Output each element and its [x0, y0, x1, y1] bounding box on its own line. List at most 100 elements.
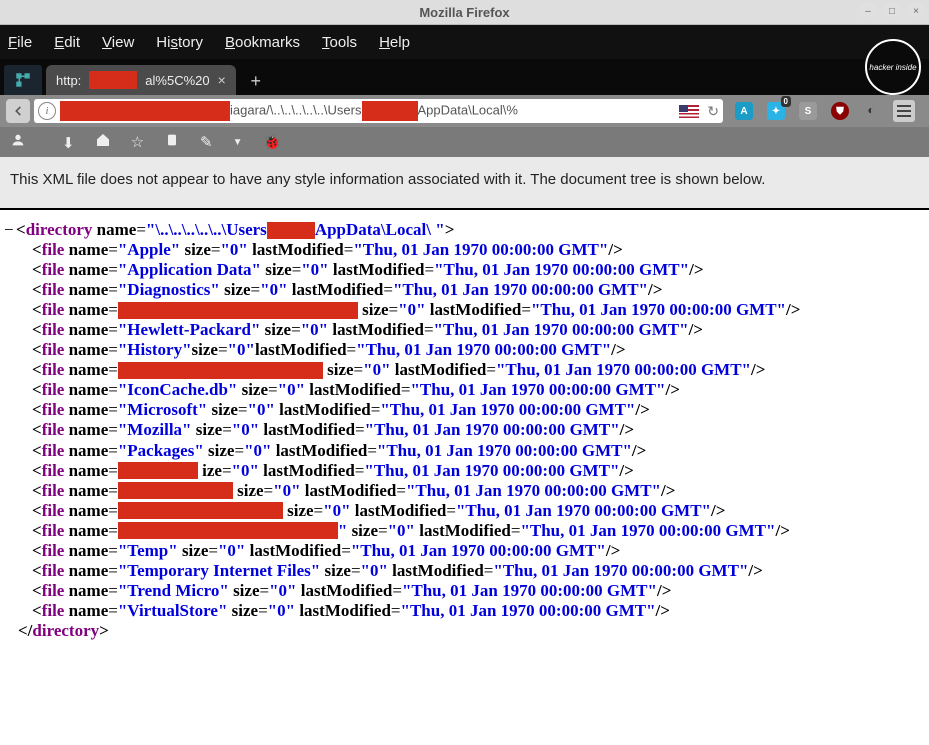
xml-attr: name — [64, 380, 108, 399]
xml-attr: name — [64, 260, 108, 279]
redaction — [118, 362, 323, 379]
xml-value: "0" — [244, 441, 271, 460]
xml-tag: file — [42, 360, 65, 379]
home-icon[interactable] — [95, 132, 111, 152]
xml-file-entry: <file name="Temp" size="0" lastModified=… — [4, 541, 925, 561]
menu-edit[interactable]: Edit — [54, 34, 80, 51]
xml-tag: file — [42, 581, 65, 600]
profile-icon[interactable] — [10, 132, 26, 152]
xml-attr: size — [204, 441, 235, 460]
window-titlebar: Mozilla Firefox – □ × — [0, 0, 929, 25]
xml-file-entry: <file name= size="0" lastModified="Thu, … — [4, 300, 925, 320]
redaction — [118, 302, 358, 319]
url-toolbar: i iagara/\..\..\..\..\..\UsersAppData\Lo… — [0, 95, 929, 127]
xml-attr: size — [178, 541, 209, 560]
xml-value: "0" — [232, 420, 259, 439]
flag-icon[interactable] — [679, 105, 699, 118]
xml-attr: lastModified — [248, 240, 344, 259]
xml-tag: file — [42, 521, 65, 540]
bug-icon[interactable]: 🐞 — [263, 133, 282, 151]
xml-attr: size — [220, 280, 251, 299]
redaction — [89, 71, 137, 89]
xml-value: "0" — [260, 280, 287, 299]
tab-label-suffix: al%5C%20 — [145, 73, 209, 88]
refresh-button[interactable]: ↻ — [707, 103, 719, 120]
menu-tools[interactable]: Tools — [322, 34, 357, 51]
url-text: iagara/\..\..\..\..\..\UsersAppData\Loca… — [60, 101, 518, 121]
site-info-icon[interactable]: i — [38, 102, 56, 120]
tab-pinned[interactable] — [4, 65, 42, 95]
active-tab[interactable]: http:al%5C%20 × — [46, 65, 236, 95]
xml-attr: size — [323, 360, 354, 379]
xml-tag: file — [42, 501, 65, 520]
xml-attr: lastModified — [255, 340, 347, 359]
xml-attr: lastModified — [388, 561, 484, 580]
xml-attr: lastModified — [301, 481, 397, 500]
back-button[interactable] — [6, 99, 30, 123]
extension-s-icon[interactable]: S — [799, 102, 817, 120]
xml-attr: size — [192, 340, 218, 359]
xml-file-entry: <file name="Temporary Internet Files" si… — [4, 561, 925, 581]
menu-help[interactable]: Help — [379, 34, 410, 51]
xml-attr: name — [64, 481, 108, 500]
minimize-button[interactable]: – — [859, 2, 877, 20]
menu-bookmarks[interactable]: Bookmarks — [225, 34, 300, 51]
xml-attr: name — [64, 561, 108, 580]
xml-value: AppData\Local\ " — [315, 220, 445, 239]
redaction — [118, 482, 233, 499]
bookmarks-toolbar: ⬇ ☆ ✎ ▼ 🐞 — [0, 127, 929, 157]
xml-attr: name — [64, 320, 108, 339]
xml-value: "Thu, 01 Jan 1970 00:00:00 GMT" — [410, 380, 665, 399]
xml-attr: lastModified — [295, 601, 391, 620]
redaction — [118, 522, 338, 539]
xml-value: "VirtualStore" — [118, 601, 228, 620]
download-icon[interactable]: ⬇ — [46, 132, 75, 152]
xml-file-entry: <file name="Packages" size="0" lastModif… — [4, 441, 925, 461]
xml-file-entry: <file name= ize="0" lastModified="Thu, 0… — [4, 461, 925, 481]
extension-dark-icon[interactable]: ◐ — [863, 103, 879, 119]
wand-icon[interactable]: ✎ — [200, 133, 213, 151]
xml-tag: file — [42, 541, 65, 560]
xml-tag: file — [42, 400, 65, 419]
xml-attr: lastModified — [329, 260, 425, 279]
xml-value: "\..\..\..\..\..\Users — [146, 220, 267, 239]
xml-attr: size — [347, 521, 378, 540]
xml-value: "Thu, 01 Jan 1970 00:00:00 GMT" — [496, 360, 751, 379]
url-right-controls: ↻ — [673, 103, 719, 120]
url-segment: AppData\Local\% — [418, 102, 518, 117]
xml-attr: size — [192, 420, 223, 439]
redaction — [118, 502, 283, 519]
hamburger-menu[interactable] — [893, 100, 915, 122]
tab-close-icon[interactable]: × — [218, 72, 226, 88]
xml-attr: lastModified — [296, 581, 392, 600]
xml-value: "Thu, 01 Jan 1970 00:00:00 GMT" — [434, 260, 689, 279]
ublock-icon[interactable]: ⛊ — [831, 102, 849, 120]
maximize-button[interactable]: □ — [883, 2, 901, 20]
new-tab-button[interactable]: + — [242, 67, 270, 95]
xml-value: "0" — [388, 521, 415, 540]
xml-file-entry: <file name="IconCache.db" size="0" lastM… — [4, 380, 925, 400]
extension-a-icon[interactable]: A — [735, 102, 753, 120]
close-button[interactable]: × — [907, 2, 925, 20]
xml-attr: name — [64, 581, 108, 600]
xml-value: "Thu, 01 Jan 1970 00:00:00 GMT" — [493, 561, 748, 580]
xml-attr: name — [64, 300, 108, 319]
xml-attr: lastModified — [259, 420, 355, 439]
tab-strip: http:al%5C%20 × + hacker inside — [0, 59, 929, 95]
menu-view[interactable]: View — [102, 34, 134, 51]
menu-history[interactable]: History — [156, 34, 203, 51]
collapse-toggle: − — [4, 220, 16, 240]
clipboard-icon[interactable] — [164, 132, 180, 152]
menu-file[interactable]: File — [8, 34, 32, 51]
xml-file-entry: <file name="History"size="0"lastModified… — [4, 340, 925, 360]
xml-value: "IconCache.db" — [118, 380, 237, 399]
xml-value: "Thu, 01 Jan 1970 00:00:00 GMT" — [356, 340, 611, 359]
extension-b-icon[interactable]: ✦0 — [767, 102, 785, 120]
xml-file-entry: <file name="Apple" size="0" lastModified… — [4, 240, 925, 260]
chevron-down-icon[interactable]: ▼ — [233, 137, 243, 148]
xml-tag: file — [42, 340, 65, 359]
xml-attr: size — [227, 601, 258, 620]
xml-attr: lastModified — [328, 320, 424, 339]
star-icon[interactable]: ☆ — [131, 133, 144, 151]
url-input[interactable]: i iagara/\..\..\..\..\..\UsersAppData\Lo… — [34, 99, 723, 123]
